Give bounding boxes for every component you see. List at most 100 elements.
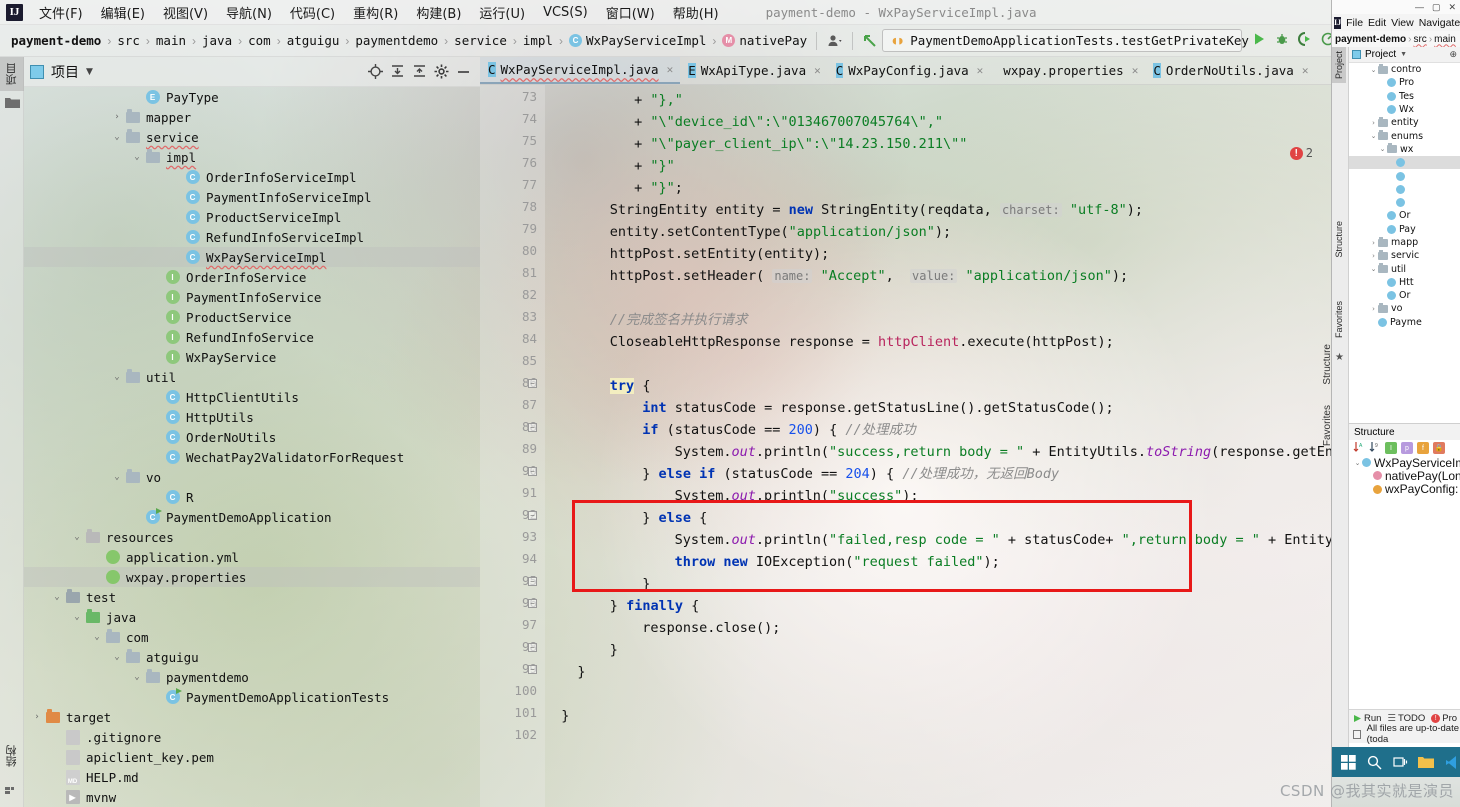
- tree-item-impl[interactable]: ⌄ impl: [24, 147, 480, 167]
- menu-view[interactable]: View: [1391, 17, 1414, 29]
- code-fold-toggle[interactable]: −: [528, 643, 537, 652]
- chevron-down-icon[interactable]: ⌄: [90, 632, 104, 642]
- editor-tab-wxpay-properties[interactable]: wxpay.properties ✕: [990, 57, 1145, 84]
- sort-numeric-icon[interactable]: 9: [1369, 441, 1381, 456]
- breadcrumb-atguigu[interactable]: atguigu: [284, 32, 343, 49]
- window2-structure-item[interactable]: nativePay(Long): [1349, 469, 1460, 483]
- chevron-right-icon[interactable]: ›: [1369, 305, 1378, 313]
- tool-tab-project[interactable]: 项目: [0, 57, 24, 91]
- maximize-icon[interactable]: ▢: [1432, 2, 1441, 13]
- menu-build[interactable]: 构建(B): [407, 0, 470, 25]
- expand-all-icon[interactable]: [386, 61, 408, 83]
- chevron-down-icon[interactable]: ⌄: [50, 592, 64, 602]
- project-tree[interactable]: E PayType › mapper ⌄ service ⌄ impl C OrderInfoSe…: [24, 87, 480, 807]
- code-line[interactable]: //完成签名并执行请求: [610, 309, 748, 331]
- tree-item-ordernoutils[interactable]: C OrderNoUtils: [24, 427, 480, 447]
- back-arrow-icon[interactable]: [859, 29, 882, 53]
- window2-tree-item[interactable]: Htt: [1349, 276, 1460, 289]
- show-non-public-icon[interactable]: 🔒: [1433, 442, 1445, 454]
- chevron-right-icon[interactable]: ›: [1369, 239, 1378, 247]
- show-inherited-icon[interactable]: I: [1385, 442, 1397, 454]
- window2-tree-item[interactable]: [1349, 196, 1460, 209]
- close-icon[interactable]: ✕: [814, 64, 821, 77]
- window2-tree-item[interactable]: Payme: [1349, 316, 1460, 329]
- menu-code[interactable]: 代码(C): [281, 0, 344, 25]
- breadcrumb-main[interactable]: main: [153, 32, 189, 49]
- editor-tab-wxapitype-java[interactable]: E WxApiType.java ✕: [680, 57, 828, 84]
- breadcrumb-com[interactable]: com: [245, 32, 274, 49]
- settings-gear-icon[interactable]: [430, 61, 452, 83]
- code-fold-toggle[interactable]: −: [528, 599, 537, 608]
- project-panel-title-group[interactable]: 项目 ▼: [30, 62, 93, 82]
- tree-item-service[interactable]: ⌄ service: [24, 127, 480, 147]
- debug-icon[interactable]: [1275, 32, 1289, 49]
- minimize-icon[interactable]: —: [1415, 2, 1424, 12]
- tree-item-paymentinfoserviceimpl[interactable]: C PaymentInfoServiceImpl: [24, 187, 480, 207]
- code-line[interactable]: System.out.println("failed,resp code = "…: [675, 529, 1335, 551]
- locate-icon[interactable]: [364, 61, 386, 83]
- menu-navigate[interactable]: Navigate: [1419, 17, 1460, 29]
- code-fold-toggle[interactable]: −: [528, 423, 537, 432]
- tool-tab-structure[interactable]: 结构: [0, 739, 24, 773]
- menu-refactor[interactable]: 重构(R): [344, 0, 407, 25]
- breadcrumb-service[interactable]: service: [451, 32, 510, 49]
- code-line[interactable]: System.out.println("success,return body …: [675, 441, 1333, 463]
- run-with-coverage-icon[interactable]: [1298, 32, 1312, 49]
- breadcrumb-paymentdemo[interactable]: paymentdemo: [352, 32, 441, 49]
- tree-item-paymentdemoapplication[interactable]: C PaymentDemoApplication: [24, 507, 480, 527]
- chevron-down-icon[interactable]: ⌄: [70, 532, 84, 542]
- tree-item-resources[interactable]: ⌄ resources: [24, 527, 480, 547]
- tree-item-productserviceimpl[interactable]: C ProductServiceImpl: [24, 207, 480, 227]
- code-line[interactable]: }: [577, 661, 585, 683]
- window2-tree-item[interactable]: Or: [1349, 289, 1460, 302]
- code-line[interactable]: httpPost.setEntity(entity);: [610, 243, 829, 265]
- window2-tree-item[interactable]: › mapp: [1349, 236, 1460, 249]
- vcs-user-icon[interactable]: [823, 29, 846, 53]
- chevron-down-icon[interactable]: ⌄: [110, 132, 124, 142]
- tree-item-mvnw[interactable]: ▶ mvnw: [24, 787, 480, 807]
- code-viewport[interactable]: 7374757677787980818283848586−8788−8990−9…: [480, 85, 1335, 807]
- tree-item-target[interactable]: › target: [24, 707, 480, 727]
- code-line[interactable]: }: [561, 705, 569, 727]
- chevron-down-icon[interactable]: ⌄: [1378, 145, 1387, 153]
- collapse-all-icon[interactable]: [408, 61, 430, 83]
- tree-item-test[interactable]: ⌄ test: [24, 587, 480, 607]
- window2-tree-item[interactable]: ⌄ wx: [1349, 143, 1460, 156]
- code-line[interactable]: + "\"payer_client_ip\":\"14.23.150.211\"…: [634, 133, 967, 155]
- window2-tree-item[interactable]: › vo: [1349, 302, 1460, 315]
- tree-item-orderinfoserviceimpl[interactable]: C OrderInfoServiceImpl: [24, 167, 480, 187]
- code-line[interactable]: httpPost.setHeader( name: "Accept", valu…: [610, 265, 1128, 287]
- locate-icon[interactable]: ⊕: [1449, 49, 1457, 60]
- window2-tree-item[interactable]: Pay: [1349, 223, 1460, 236]
- menu-help[interactable]: 帮助(H): [664, 0, 728, 25]
- breadcrumb-java[interactable]: java: [199, 32, 235, 49]
- chevron-down-icon[interactable]: ⌄: [130, 672, 144, 682]
- window2-tree-item[interactable]: › entity: [1349, 116, 1460, 129]
- window2-tab-structure[interactable]: Structure: [1332, 217, 1346, 262]
- menu-edit[interactable]: Edit: [1368, 17, 1386, 29]
- tree-item-httpclientutils[interactable]: C HttpClientUtils: [24, 387, 480, 407]
- editor-tab-wxpayserviceimpl-java[interactable]: C WxPayServiceImpl.java ✕: [480, 57, 681, 84]
- menu-window[interactable]: 窗口(W): [597, 0, 664, 25]
- chevron-down-icon[interactable]: ⌄: [130, 152, 144, 162]
- code-line[interactable]: }: [610, 639, 618, 661]
- code-line[interactable]: } else {: [642, 507, 707, 529]
- sort-alpha-icon[interactable]: A: [1353, 441, 1365, 456]
- breadcrumb-impl[interactable]: impl: [520, 32, 556, 49]
- tree-item-refundinfoservice[interactable]: I RefundInfoService: [24, 327, 480, 347]
- minimize-icon[interactable]: [452, 61, 474, 83]
- code-line[interactable]: + "}";: [634, 177, 683, 199]
- code-fold-toggle[interactable]: −: [528, 379, 537, 388]
- code-line[interactable]: } finally {: [610, 595, 699, 617]
- code-fold-toggle[interactable]: −: [528, 577, 537, 586]
- code-text[interactable]: + "}," + "\"device_id\":\"013467007045764…: [545, 85, 1335, 807]
- chevron-right-icon[interactable]: ›: [110, 112, 124, 122]
- tree-item-help-md[interactable]: MD HELP.md: [24, 767, 480, 787]
- code-fold-toggle[interactable]: −: [528, 665, 537, 674]
- code-line[interactable]: throw new IOException("request failed");: [675, 551, 1000, 573]
- code-line[interactable]: + "\"device_id\":\"013467007045764\",": [634, 111, 943, 133]
- breadcrumb-wxpayserviceimpl[interactable]: C WxPayServiceImpl: [566, 32, 709, 49]
- window2-tree-item[interactable]: Or: [1349, 209, 1460, 222]
- tree-item-java[interactable]: ⌄ java: [24, 607, 480, 627]
- vscode-icon[interactable]: [1444, 754, 1460, 770]
